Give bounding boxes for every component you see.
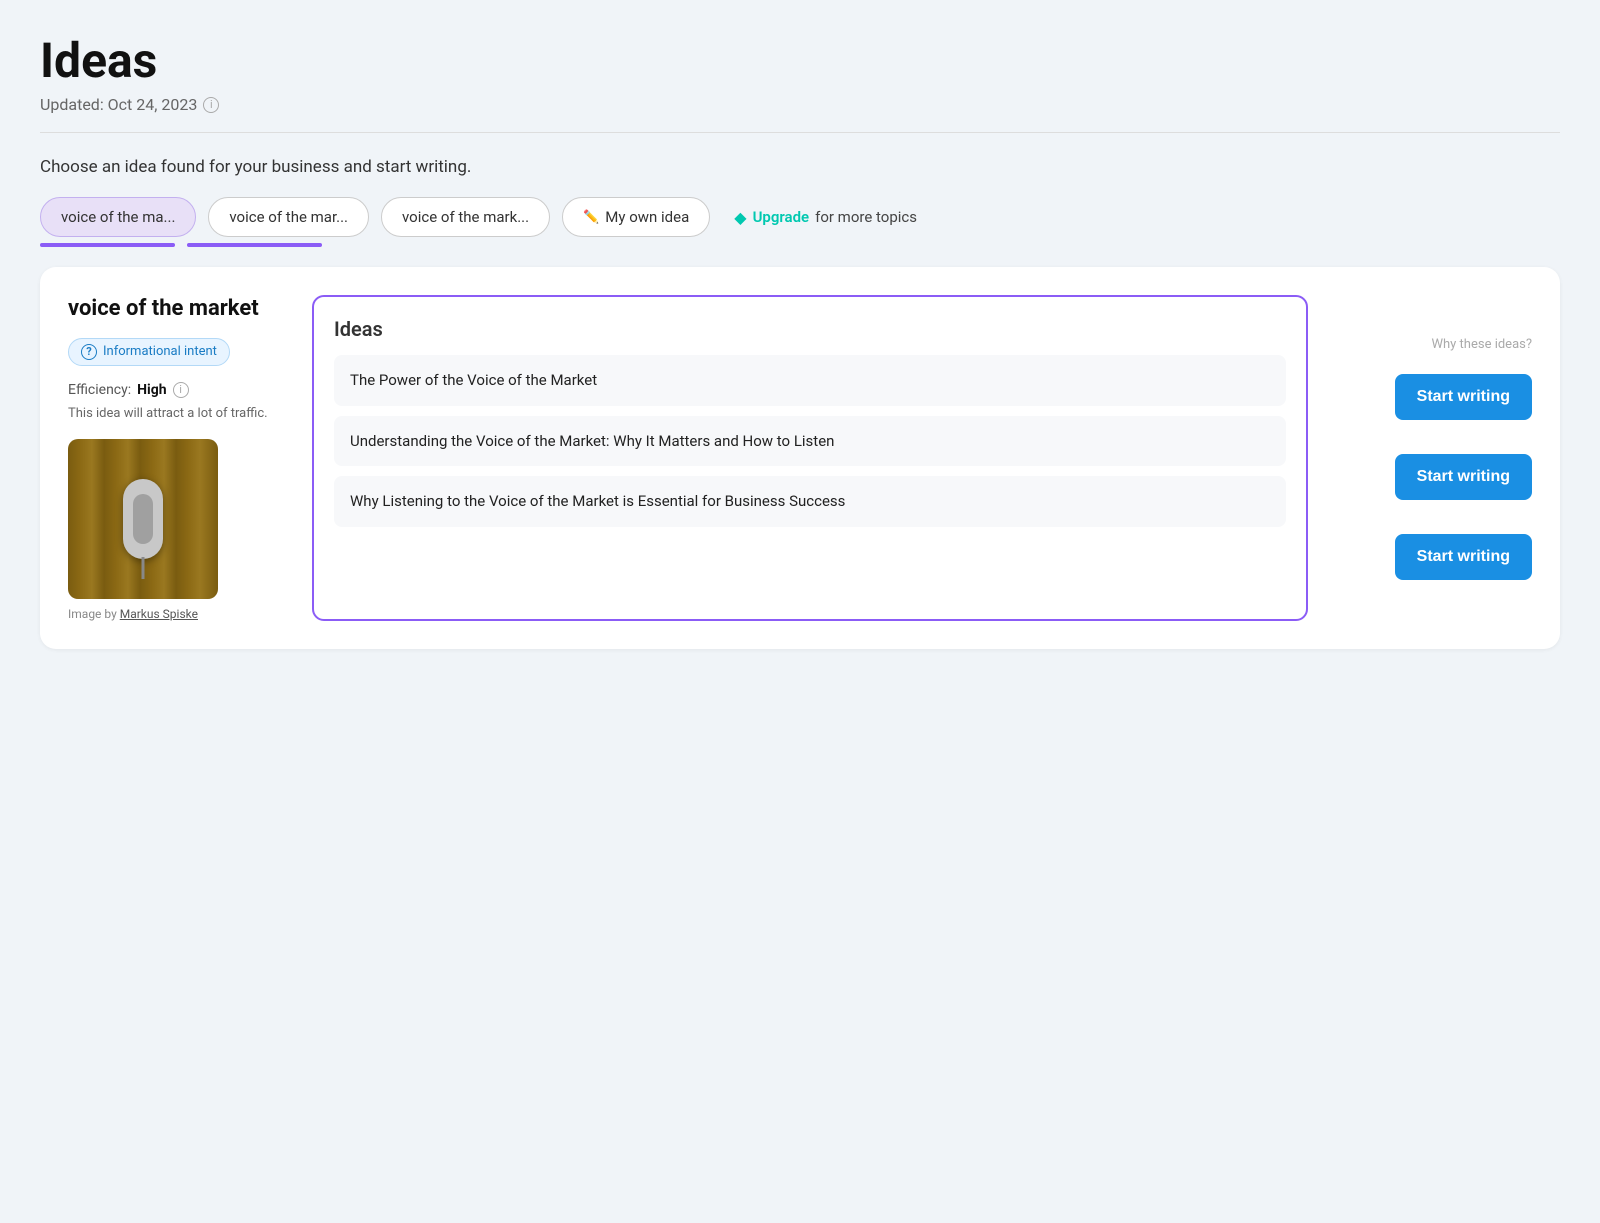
topic-pill-2[interactable]: voice of the mar... — [208, 197, 369, 237]
page-title: Ideas — [40, 32, 1560, 89]
own-idea-pill[interactable]: ✏️ My own idea — [562, 197, 710, 237]
keyword-title: voice of the market — [68, 295, 288, 324]
efficiency-row: Efficiency: High i — [68, 382, 288, 398]
upgrade-section: ◆ Upgrade for more topics — [734, 208, 917, 227]
ideas-panel-title: Ideas — [334, 317, 1286, 341]
idea-item-3: Why Listening to the Voice of the Market… — [334, 476, 1286, 527]
divider — [40, 132, 1560, 133]
main-card: voice of the market ? Informational inte… — [40, 267, 1560, 649]
action-row-1: Start writing — [1332, 362, 1532, 432]
action-row-2: Start writing — [1332, 442, 1532, 512]
pencil-icon: ✏️ — [583, 210, 599, 225]
keyword-panel: voice of the market ? Informational inte… — [68, 295, 288, 621]
why-ideas[interactable]: Why these ideas? — [1332, 337, 1532, 352]
start-writing-button-3[interactable]: Start writing — [1395, 534, 1532, 580]
updated-date: Updated: Oct 24, 2023 — [40, 95, 197, 114]
idea-item-2: Understanding the Voice of the Market: W… — [334, 416, 1286, 467]
ideas-panel: Ideas The Power of the Voice of the Mark… — [312, 295, 1308, 621]
image-author-link[interactable]: Markus Spiske — [120, 607, 198, 621]
diamond-icon: ◆ — [734, 208, 746, 227]
topic-pill-3[interactable]: voice of the mark... — [381, 197, 550, 237]
idea-item-1: The Power of the Voice of the Market — [334, 355, 1286, 406]
choose-text: Choose an idea found for your business a… — [40, 157, 1560, 177]
info-icon[interactable]: i — [203, 97, 219, 113]
actions-panel: Why these ideas? Start writing Start wri… — [1332, 295, 1532, 621]
start-writing-button-1[interactable]: Start writing — [1395, 374, 1532, 420]
action-row-3: Start writing — [1332, 522, 1532, 592]
topic-pill-1[interactable]: voice of the ma... — [40, 197, 196, 237]
keyword-image — [68, 439, 218, 599]
efficiency-info-icon[interactable]: i — [173, 382, 189, 398]
tabs-underline — [40, 243, 1560, 247]
topics-row: voice of the ma... voice of the mar... v… — [40, 197, 1560, 237]
image-caption: Image by Markus Spiske — [68, 607, 288, 621]
q-icon: ? — [81, 344, 97, 360]
intent-badge[interactable]: ? Informational intent — [68, 338, 230, 366]
upgrade-link[interactable]: Upgrade — [753, 208, 810, 226]
start-writing-button-2[interactable]: Start writing — [1395, 454, 1532, 500]
efficiency-desc: This idea will attract a lot of traffic. — [68, 404, 288, 424]
